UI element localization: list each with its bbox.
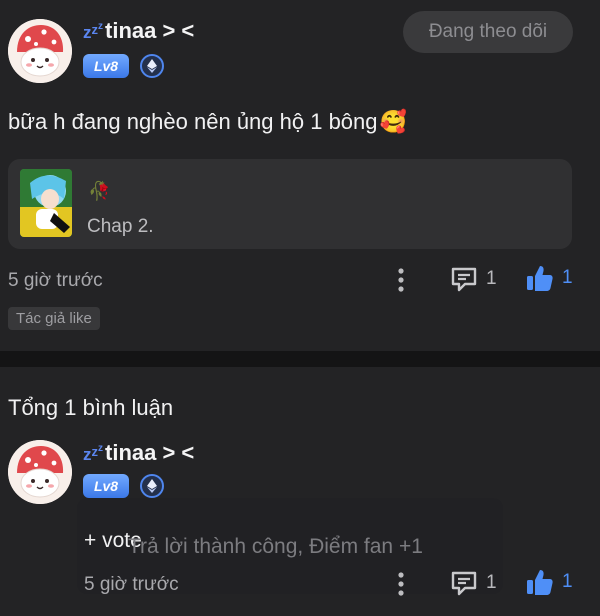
more-vertical-icon[interactable] xyxy=(393,570,409,598)
reply-time-text: 5 giờ trước xyxy=(84,574,179,595)
like-count: 1 xyxy=(562,267,573,288)
like-button[interactable]: 1 xyxy=(525,263,573,293)
reply-comment-count: 1 xyxy=(486,572,497,593)
total-comments-text: Tổng 1 bình luận xyxy=(8,395,174,420)
following-button[interactable]: Đang theo dõi xyxy=(403,11,573,53)
avatar[interactable] xyxy=(8,19,72,83)
avatar-mascot-icon xyxy=(8,440,72,504)
reply-comment-button[interactable]: 1 xyxy=(450,569,497,597)
chapter-cover-image xyxy=(20,169,72,237)
reply-level-badge-text: Lv8 xyxy=(93,478,119,494)
chapter-card[interactable]: 🥀 Chap 2. xyxy=(8,159,572,249)
reply-level-badge: Lv8 xyxy=(83,474,129,498)
thumbs-up-icon xyxy=(527,266,553,291)
comment-icon xyxy=(451,267,477,292)
reply-avatar[interactable] xyxy=(8,440,72,504)
author-name[interactable]: zzz tinaa > < xyxy=(83,18,194,44)
reply-time: 5 giờ trước xyxy=(84,574,179,596)
reply-like-button[interactable]: 1 xyxy=(525,567,573,597)
zzz-icon: zzz xyxy=(83,20,103,42)
section-divider xyxy=(0,351,600,367)
total-comments-label: Tổng 1 bình luận xyxy=(8,395,173,421)
wilted-rose-emoji-text: 🥀 xyxy=(88,181,111,201)
post-content-text: bữa h đang nghèo nên ủng hộ 1 bông xyxy=(8,109,378,134)
zzz-icon: zzz xyxy=(83,442,103,464)
chapter-label: Chap 2. xyxy=(87,216,154,238)
author-name-text: tinaa > < xyxy=(105,18,195,43)
reply-author-name-text: tinaa > < xyxy=(105,440,195,465)
toast-message: Trả lời thành công, Điểm fan +1 xyxy=(128,535,423,559)
level-badge: Lv8 xyxy=(83,54,129,78)
thumbs-up-icon xyxy=(527,570,553,595)
more-vertical-icon[interactable] xyxy=(393,266,409,294)
post-time: 5 giờ trước xyxy=(8,270,103,292)
smiling-hearts-emoji-icon: 🥰 xyxy=(379,109,407,134)
ethereum-badge-icon xyxy=(140,474,164,498)
post-content: bữa h đang nghèo nên ủng hộ 1 bông 🥰 xyxy=(8,109,407,135)
comment-icon xyxy=(451,571,477,596)
level-badge-text: Lv8 xyxy=(93,58,119,74)
following-button-label: Đang theo dõi xyxy=(428,21,548,42)
reply-like-count: 1 xyxy=(562,571,573,592)
avatar-mascot-icon xyxy=(8,19,72,83)
chapter-label-text: Chap 2. xyxy=(87,216,154,237)
author-like-tag-text: Tác giả like xyxy=(16,310,92,327)
toast-message-text: Trả lời thành công, Điểm fan +1 xyxy=(128,535,423,558)
author-like-tag: Tác giả like xyxy=(8,307,100,330)
reply-author-name[interactable]: zzz tinaa > < xyxy=(83,440,194,466)
comment-button[interactable]: 1 xyxy=(450,265,497,293)
ethereum-badge-icon xyxy=(140,54,164,78)
post-time-text: 5 giờ trước xyxy=(8,270,103,291)
comment-count: 1 xyxy=(486,268,497,289)
wilted-rose-emoji-icon: 🥀 xyxy=(88,181,110,202)
